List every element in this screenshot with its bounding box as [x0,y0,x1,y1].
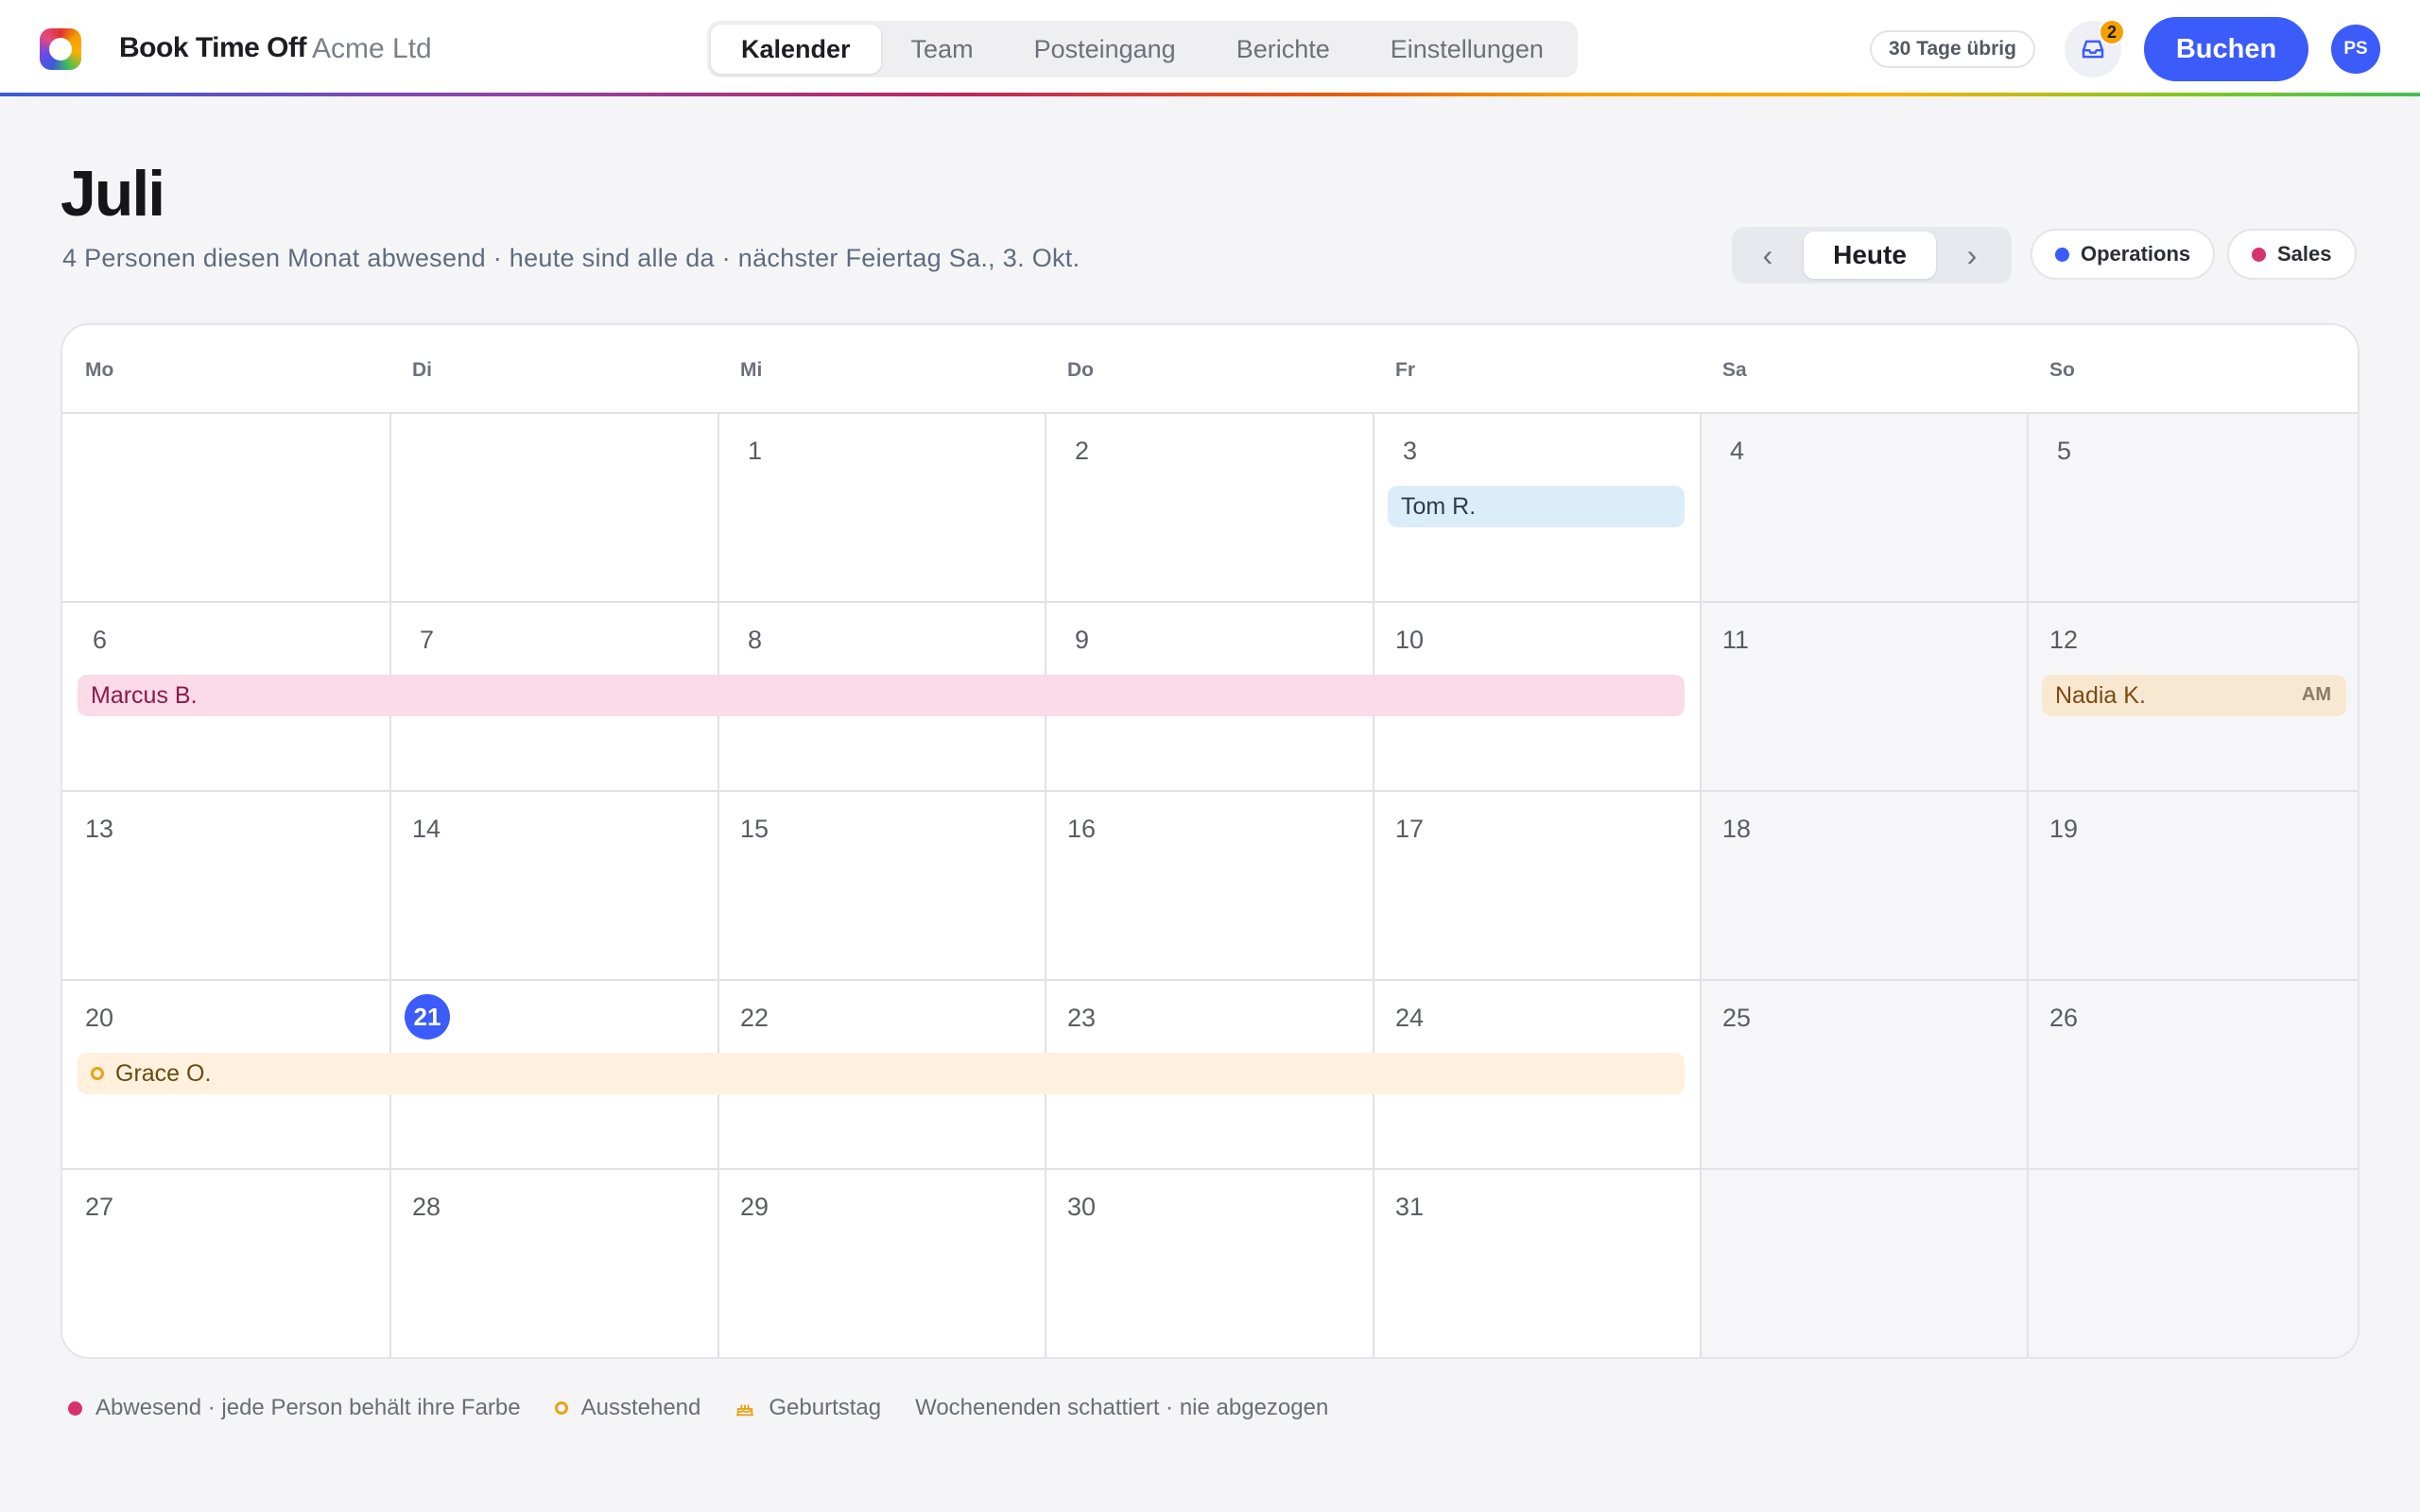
org-name: Acme Ltd [312,33,432,64]
day-number: 18 [1722,815,1752,843]
team-filter-sales[interactable]: Sales [2227,229,2357,280]
main-nav: Kalender Team Posteingang Berichte Einst… [707,21,1578,77]
half-day-tag: AM [2301,684,2331,705]
user-avatar[interactable]: PS [2331,25,2380,74]
today-day-number: 21 [405,994,450,1040]
legend-birthday: Geburtstag [735,1395,881,1421]
weekday-header: Mo [85,359,114,381]
day-number: 28 [412,1193,441,1221]
month-calendar: Mo Di Mi Do Fr Sa So 1 2 3 4 5 6 7 8 9 10 11 12 13 14 15 16 17 1… [60,323,2360,1359]
legend-pending-label: Ausstehend [580,1395,701,1420]
team-filter-operations[interactable]: Operations [2031,229,2216,280]
absence-event-marcus-b[interactable]: Marcus B. [78,675,1685,716]
team-color-dot [2055,247,2069,262]
weekday-header: Fr [1395,359,1415,381]
tab-posteingang[interactable]: Posteingang [1004,25,1206,74]
legend-absent: Abwesend · jede Person behält ihre Farbe [68,1395,521,1421]
event-person-name: Nadia K. [2055,681,2146,709]
days-left-badge: 30 Tage übrig [1870,30,2035,68]
day-number: 3 [1403,437,1418,465]
page-subtitle: 4 Personen diesen Monat abwesend · heute… [62,244,1080,272]
month-pager: ‹ Heute › [1732,227,2012,284]
legend-birthday-label: Geburtstag [769,1395,882,1420]
weekday-header: So [2049,359,2075,381]
day-number: 10 [1395,626,1425,654]
day-number: 13 [85,815,114,843]
absence-event-tom-r[interactable]: Tom R. [1388,486,1685,527]
legend: Abwesend · jede Person behält ihre Farbe… [68,1395,1362,1421]
app-logo-icon[interactable] [40,28,81,70]
day-cell-4[interactable] [1700,412,2027,601]
day-number: 31 [1395,1193,1425,1221]
day-number: 12 [2049,626,2079,654]
birthday-cake-icon [736,1404,754,1417]
event-person-name: Tom R. [1401,492,1477,520]
weekday-header: Di [412,359,432,381]
team-filter-label: Operations [2081,242,2191,266]
tab-kalender[interactable]: Kalender [711,25,881,74]
empty-day-cell [2027,1168,2358,1357]
team-color-dot [2252,247,2266,262]
empty-day-cell [389,412,717,601]
day-number: 29 [740,1193,769,1221]
tab-einstellungen[interactable]: Einstellungen [1360,25,1574,74]
day-cell-2[interactable] [1045,412,1373,601]
day-number: 4 [1730,437,1745,465]
day-number: 20 [85,1004,114,1032]
pending-ring-icon [91,1067,104,1080]
pending-ring-icon [554,1401,568,1415]
day-number: 22 [740,1004,769,1032]
event-person-name: Grace O. [115,1059,212,1087]
day-number: 26 [2049,1004,2079,1032]
chevron-right-icon: › [1966,237,1978,272]
weekday-header: Sa [1722,359,1747,381]
day-number: 9 [1075,626,1090,654]
empty-day-cell [1700,1168,2027,1357]
legend-pending: Ausstehend [554,1395,701,1421]
legend-weekends: Wochenenden schattiert · nie abgezogen [915,1395,1328,1421]
day-number: 16 [1067,815,1097,843]
chevron-left-icon: ‹ [1762,237,1773,272]
app-title: Book Time Off [119,32,306,63]
day-number: 7 [420,626,435,654]
legend-weekends-label: Wochenenden schattiert · nie abgezogen [915,1395,1329,1420]
day-number: 25 [1722,1004,1752,1032]
next-month-button[interactable]: › [1936,227,2008,284]
header-accent-bar [0,93,2420,96]
empty-day-cell [62,412,389,601]
top-bar: Book Time Off Acme Ltd Kalender Team Pos… [0,0,2420,94]
weekday-header: Mi [740,359,763,381]
book-button[interactable]: Buchen [2144,17,2308,81]
day-cell-1[interactable] [717,412,1045,601]
day-number: 14 [412,815,441,843]
day-cell-5[interactable] [2027,412,2358,601]
day-number: 2 [1075,437,1090,465]
day-number: 6 [93,626,108,654]
page-title: Juli [60,158,165,230]
day-number: 11 [1722,626,1750,654]
day-number: 27 [85,1193,114,1221]
tab-team[interactable]: Team [881,25,1004,74]
tab-berichte[interactable]: Berichte [1206,25,1360,74]
weekday-header: Do [1067,359,1094,381]
today-button[interactable]: Heute [1804,232,1936,279]
day-number: 5 [2057,437,2072,465]
day-number: 24 [1395,1004,1425,1032]
team-filter-label: Sales [2277,242,2332,266]
absence-event-grace-o[interactable]: Grace O. [78,1053,1685,1094]
day-number: 30 [1067,1193,1097,1221]
day-number: 15 [740,815,769,843]
inbox-count-badge: 2 [2099,19,2125,45]
absent-dot-icon [68,1400,82,1416]
prev-month-button[interactable]: ‹ [1732,227,1804,284]
day-number: 19 [2049,815,2079,843]
absence-event-nadia-k[interactable]: Nadia K. AM [2042,675,2346,716]
day-number: 8 [748,626,763,654]
event-person-name: Marcus B. [91,681,198,709]
day-number: 17 [1395,815,1425,843]
legend-absent-label: Abwesend · jede Person behält ihre Farbe [95,1395,521,1420]
day-number: 1 [748,437,763,465]
day-number: 23 [1067,1004,1097,1032]
